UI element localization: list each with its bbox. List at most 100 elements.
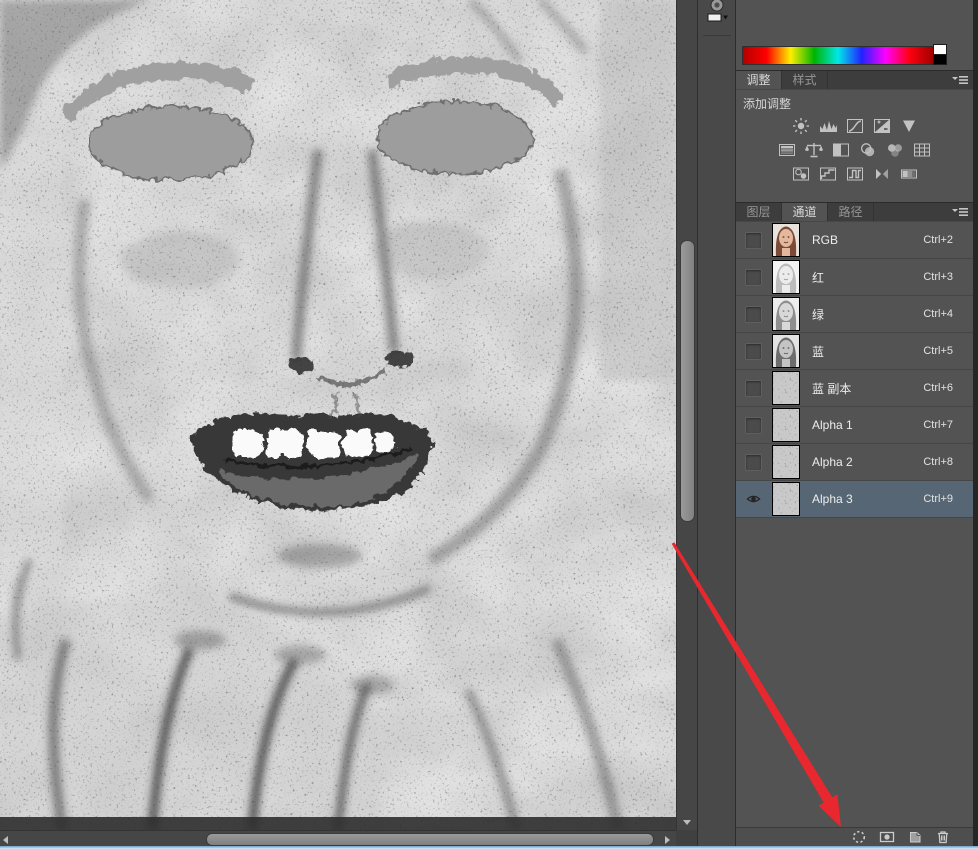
scroll-right-arrow-icon[interactable] [665, 836, 670, 844]
channel-shortcut: Ctrl+4 [923, 308, 953, 320]
save-selection-as-channel-button[interactable] [879, 829, 895, 845]
tab-paths[interactable]: 路径 [828, 203, 874, 221]
vertical-scrollbar-thumb[interactable] [680, 240, 695, 522]
levels-icon [818, 117, 838, 135]
horizontal-scrollbar-thumb[interactable] [206, 833, 654, 846]
vertical-scrollbar[interactable] [676, 0, 698, 830]
channel-thumbnail [772, 297, 800, 331]
adjustment-brightness-contrast-button[interactable] [790, 116, 812, 136]
horizontal-scrollbar[interactable] [0, 830, 676, 847]
channel-mixer-icon [885, 141, 905, 159]
adjustment-photo-filter-button[interactable] [857, 140, 879, 160]
channel-name: 蓝 [812, 343, 824, 360]
adjustment-gradient-map-button[interactable] [898, 164, 920, 184]
visibility-toggle[interactable] [745, 232, 762, 249]
color-spectrum-ramp[interactable] [742, 46, 934, 65]
channel-name: 蓝 副本 [812, 380, 851, 397]
channel-row-blue-copy[interactable]: 蓝 副本 Ctrl+6 [736, 370, 973, 407]
channel-name: RGB [812, 233, 838, 247]
channel-name: Alpha 3 [812, 492, 853, 506]
adjustment-hue-saturation-button[interactable] [776, 140, 798, 160]
adjustment-levels-button[interactable] [817, 116, 839, 136]
delete-channel-button[interactable] [935, 829, 951, 845]
tab-layers[interactable]: 图层 [736, 203, 782, 221]
document-canvas[interactable] [0, 0, 676, 830]
add-adjustment-heading: 添加调整 [743, 95, 973, 112]
channel-row-rgb[interactable]: RGB Ctrl+2 [736, 222, 973, 259]
channel-thumbnail [772, 371, 800, 405]
adjustments-tabbar: 调整样式 [736, 70, 973, 90]
channel-shortcut: Ctrl+8 [923, 456, 953, 468]
visibility-toggle[interactable] [745, 491, 762, 508]
hue-saturation-icon [777, 141, 797, 159]
visibility-toggle[interactable] [745, 306, 762, 323]
channel-row-alpha-1[interactable]: Alpha 1Ctrl+7 [736, 407, 973, 444]
visibility-toggle[interactable] [745, 343, 762, 360]
channel-shortcut: Ctrl+2 [923, 234, 953, 246]
color-balance-icon [804, 141, 824, 159]
invert-icon [791, 165, 811, 183]
panel-menu-icon[interactable] [952, 207, 968, 217]
adjustment-channel-mixer-button[interactable] [884, 140, 906, 160]
visibility-toggle[interactable] [745, 269, 762, 286]
channel-thumbnail [772, 482, 800, 516]
channel-list: RGB Ctrl+2 红 Ctrl+3 绿 Ctrl+4 蓝 Ctrl+5 蓝 副本 Ctrl+6… [736, 222, 973, 518]
channel-thumbnail [772, 445, 800, 479]
canvas-artwork [0, 0, 676, 830]
visibility-toggle[interactable] [745, 417, 762, 434]
photoshop-window: 调整样式 添加调整 图层通道路径 RGB Ctrl+2 红 Ctrl+3 绿 Ctrl+4… [0, 0, 978, 849]
adjustment-vibrance-button[interactable] [898, 116, 920, 136]
channel-name: Alpha 2 [812, 455, 853, 469]
adjustment-threshold-button[interactable] [844, 164, 866, 184]
adjustment-icon-grid [736, 116, 973, 184]
load-channel-as-selection-icon [851, 829, 867, 845]
channel-name: 绿 [812, 306, 824, 323]
color-lookup-icon [912, 141, 932, 159]
channel-shortcut: Ctrl+6 [923, 382, 953, 394]
save-selection-as-channel-icon [879, 829, 895, 845]
load-channel-as-selection-button[interactable] [851, 829, 867, 845]
channel-shortcut: Ctrl+3 [923, 271, 953, 283]
panel-menu-icon[interactable] [952, 75, 968, 85]
channel-row-alpha-2[interactable]: Alpha 2 Ctrl+8 [736, 444, 973, 481]
gradient-map-icon [899, 165, 919, 183]
channel-shortcut: Ctrl+5 [923, 345, 953, 357]
channel-row-blue[interactable]: 蓝 Ctrl+5 [736, 333, 973, 370]
adjustment-posterize-button[interactable] [817, 164, 839, 184]
curves-icon [845, 117, 865, 135]
visibility-toggle[interactable] [745, 380, 762, 397]
visibility-toggle[interactable] [745, 454, 762, 471]
threshold-icon [845, 165, 865, 183]
channel-thumbnail [772, 223, 800, 257]
channel-row-green[interactable]: 绿 Ctrl+4 [736, 296, 973, 333]
delete-channel-icon [935, 829, 951, 845]
brightness-contrast-icon [791, 117, 811, 135]
channels-tabbar: 图层通道路径 [736, 202, 973, 222]
adjustments-panel: 调整样式 添加调整 [736, 70, 973, 202]
vibrance-icon [899, 117, 919, 135]
scroll-left-arrow-icon[interactable] [3, 836, 8, 844]
channel-row-red[interactable]: 红 Ctrl+3 [736, 259, 973, 296]
collapsed-panel-icon[interactable] [703, 0, 731, 36]
adjustment-exposure-button[interactable] [871, 116, 893, 136]
adjustment-invert-button[interactable] [790, 164, 812, 184]
channel-row-alpha-3[interactable]: Alpha 3Ctrl+9 [736, 481, 973, 518]
adjustment-color-lookup-button[interactable] [911, 140, 933, 160]
panel-column: 调整样式 添加调整 图层通道路径 RGB Ctrl+2 红 Ctrl+3 绿 Ctrl+4… [736, 0, 973, 846]
channel-name: 红 [812, 269, 824, 286]
collapsed-panel-dock [697, 0, 736, 846]
channel-shortcut: Ctrl+7 [923, 419, 953, 431]
posterize-icon [818, 165, 838, 183]
tab-styles[interactable]: 样式 [782, 71, 828, 89]
adjustment-black-white-button[interactable] [830, 140, 852, 160]
eye-icon [746, 493, 761, 505]
adjustment-color-balance-button[interactable] [803, 140, 825, 160]
create-new-channel-icon [907, 829, 923, 845]
tab-channels[interactable]: 通道 [782, 203, 828, 221]
adjustment-curves-button[interactable] [844, 116, 866, 136]
scroll-down-arrow-icon[interactable] [683, 820, 691, 825]
tab-adjustments[interactable]: 调整 [736, 71, 782, 89]
create-new-channel-button[interactable] [907, 829, 923, 845]
adjustment-selective-color-button[interactable] [871, 164, 893, 184]
black-swatch[interactable] [933, 54, 947, 65]
